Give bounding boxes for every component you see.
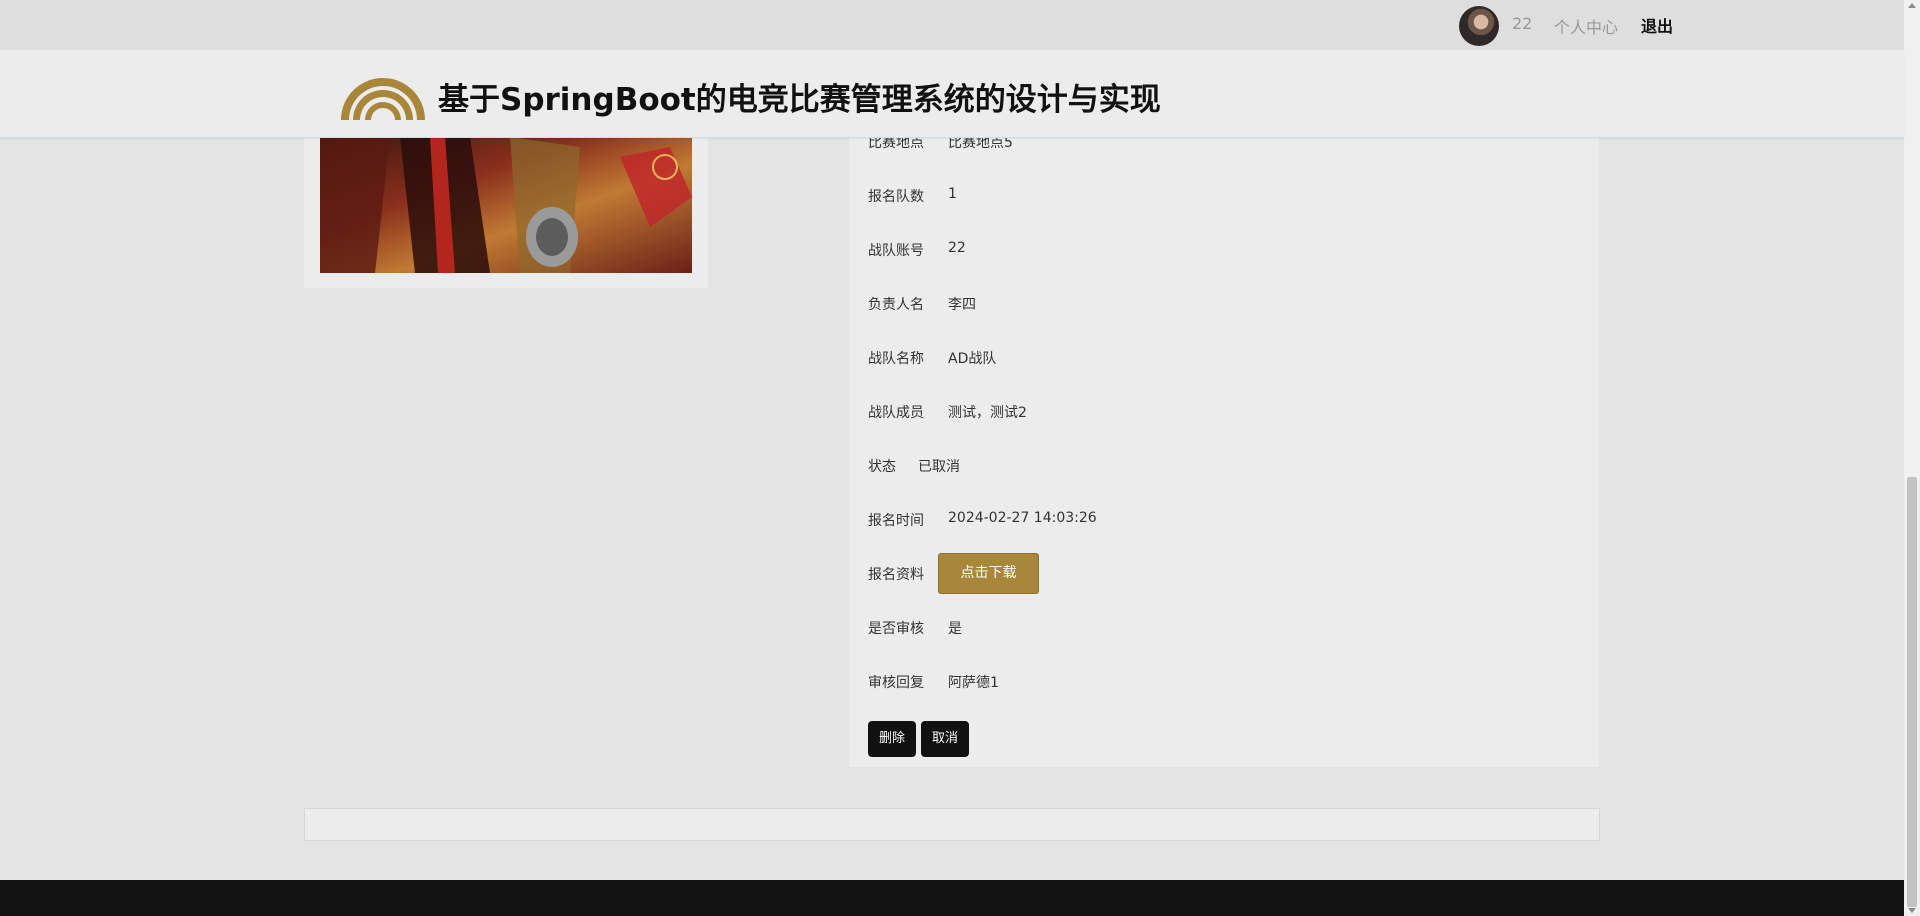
team-members-label: 战队成员 bbox=[868, 405, 924, 421]
scroll-up-icon[interactable] bbox=[1908, 3, 1916, 8]
signup-time-value: 2024-02-27 14:03:26 bbox=[948, 510, 1097, 526]
leader-name-value: 李四 bbox=[948, 297, 976, 313]
leader-name-label: 负责人名 bbox=[868, 297, 924, 313]
review-reply-label: 审核回复 bbox=[868, 675, 924, 691]
review-reply-value: 阿萨德1 bbox=[948, 675, 999, 691]
top-bar bbox=[0, 0, 1904, 50]
cancel-button[interactable]: 取消 bbox=[921, 721, 969, 757]
team-account-label: 战队账号 bbox=[868, 243, 924, 259]
status-label: 状态 bbox=[868, 459, 896, 475]
review-status-value: 是 bbox=[948, 621, 962, 637]
team-name-label: 战队名称 bbox=[868, 351, 924, 367]
team-count-label: 报名队数 bbox=[868, 189, 924, 205]
team-count-value: 1 bbox=[948, 186, 957, 202]
signup-time-label: 报名时间 bbox=[868, 513, 924, 529]
logout-link[interactable]: 退出 bbox=[1641, 13, 1673, 37]
personal-center-link[interactable]: 个人中心 bbox=[1554, 14, 1618, 38]
team-name-value: AD战队 bbox=[948, 351, 997, 367]
avatar[interactable] bbox=[1459, 6, 1499, 46]
status-value: 已取消 bbox=[918, 459, 960, 475]
team-account-value: 22 bbox=[948, 240, 966, 256]
page-footer bbox=[0, 880, 1904, 916]
signup-material-label: 报名资料 bbox=[868, 567, 924, 583]
empty-content-box bbox=[304, 808, 1600, 841]
review-status-label: 是否审核 bbox=[868, 621, 924, 637]
site-logo-icon bbox=[341, 78, 425, 120]
site-title: 基于SpringBoot的电竞比赛管理系统的设计与实现 bbox=[438, 82, 1161, 118]
team-members-value: 测试，测试2 bbox=[948, 405, 1027, 421]
scrollbar-thumb[interactable] bbox=[1907, 477, 1917, 907]
scroll-down-icon[interactable] bbox=[1908, 908, 1916, 913]
download-button[interactable]: 点击下载 bbox=[938, 553, 1039, 594]
username-label: 22 bbox=[1512, 14, 1533, 33]
match-poster-image bbox=[320, 137, 692, 273]
delete-button[interactable]: 删除 bbox=[868, 721, 916, 757]
